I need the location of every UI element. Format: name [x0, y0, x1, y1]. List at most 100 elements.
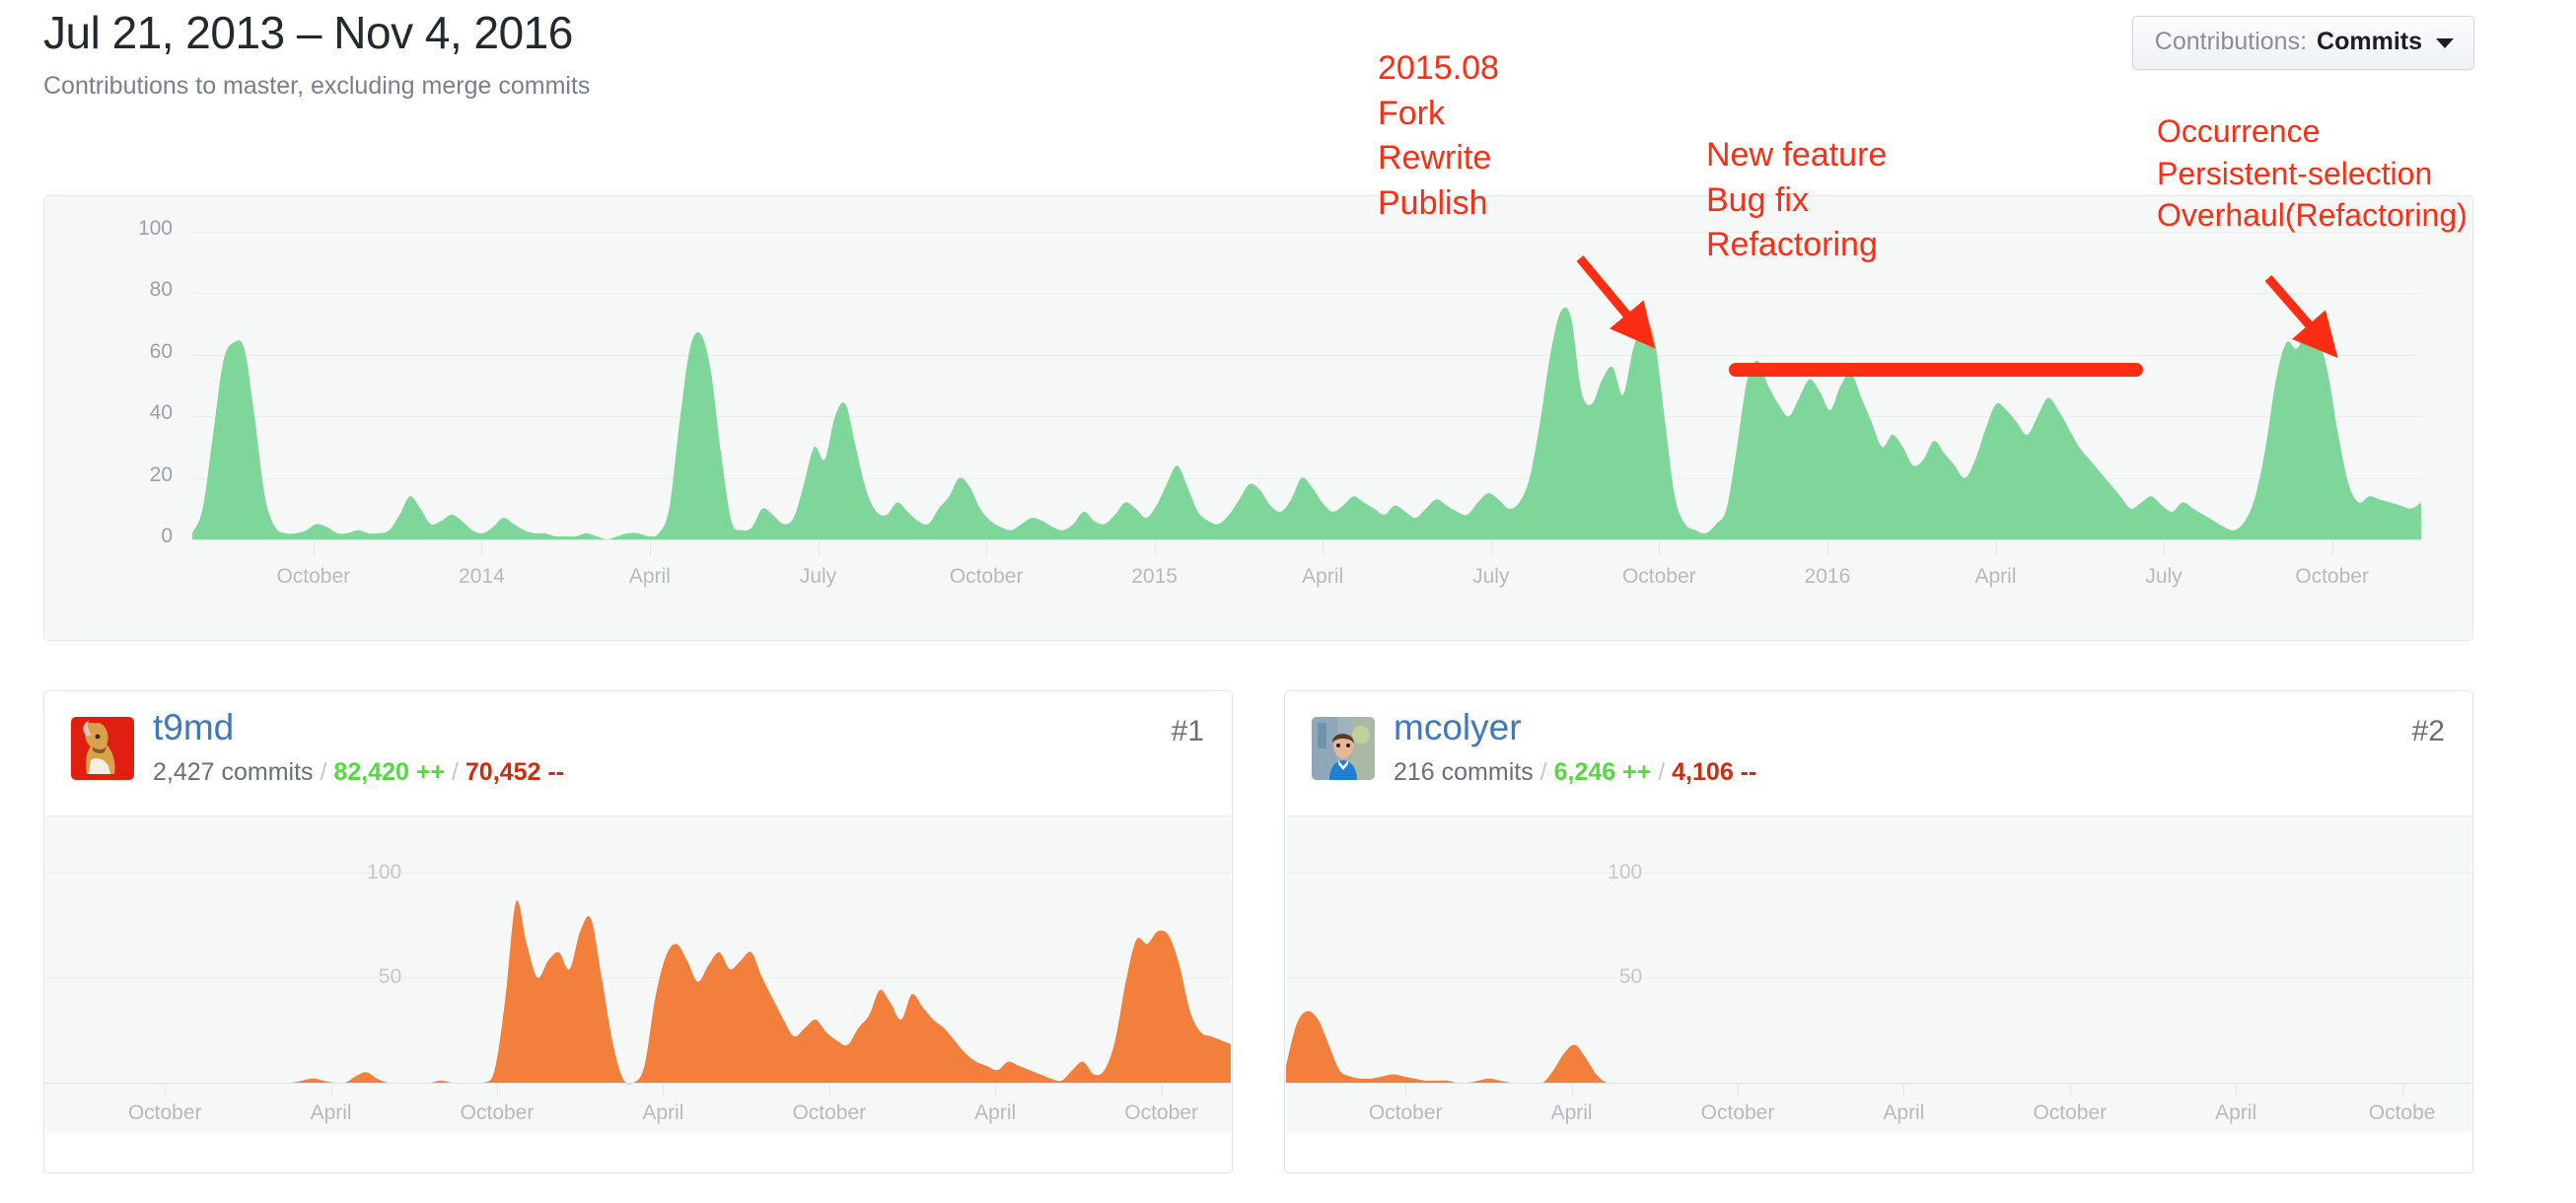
- contributor-sparkline: 50 100 October April October April October Apri…: [1286, 815, 2471, 1133]
- x-axis-label: 2016: [1804, 565, 1851, 588]
- x-axis-tick: [1738, 1083, 1739, 1097]
- x-axis-label: October: [1124, 1101, 1198, 1124]
- x-axis-tick: [497, 1083, 498, 1097]
- x-axis-label: October: [127, 1101, 202, 1124]
- x-axis-tick: [481, 539, 483, 555]
- x-axis-tick: [649, 539, 651, 555]
- annotation-line: Persistent-selection: [2157, 155, 2433, 191]
- x-axis-label: October: [2295, 565, 2369, 588]
- annotation-line: 2015.08: [1378, 49, 1499, 87]
- annotation-line: Refactoring: [1706, 226, 1878, 264]
- annotation-line: Fork: [1378, 94, 1445, 132]
- annotation-line: Bug fix: [1706, 180, 1809, 219]
- x-axis-label: July: [1472, 565, 1510, 588]
- x-axis-label: April: [1302, 565, 1344, 588]
- x-axis-tick: [2236, 1083, 2238, 1097]
- deletions-count: 4,106 --: [1672, 758, 1757, 786]
- refactoring-period-underline: [1729, 363, 2143, 377]
- x-axis-tick: [1323, 539, 1324, 555]
- arrow-down-right-icon: [1576, 255, 1656, 349]
- stat-separator: /: [1658, 758, 1666, 786]
- x-axis-tick: [2069, 1083, 2071, 1097]
- sparkline-series: [45, 900, 1231, 1085]
- contributor-card[interactable]: t9md 2,427 commits / 82,420 ++ / 70,452 …: [43, 690, 1233, 1173]
- annotation-mid-block: New feature Bug fix Refactoring: [1706, 133, 1887, 268]
- dropdown-label: Contributions:: [2154, 28, 2308, 55]
- x-axis-tick: [1571, 1083, 1573, 1097]
- x-axis-label: July: [2145, 565, 2182, 588]
- x-axis-tick: [1154, 539, 1156, 555]
- annotation-line: Occurrence: [2157, 113, 2321, 149]
- x-axis-tick: [995, 1083, 997, 1097]
- rank-badge: #2: [2411, 715, 2445, 747]
- contributor-sparkline: 50 100 October April October April October Apri…: [45, 815, 1231, 1133]
- avatar[interactable]: [1312, 717, 1375, 780]
- annotation-line: New feature: [1706, 136, 1888, 174]
- x-axis-label: April: [310, 1101, 352, 1124]
- x-axis-label: April: [2215, 1101, 2257, 1124]
- x-axis-tick: [330, 1083, 332, 1097]
- x-axis-tick: [1995, 539, 1997, 555]
- x-axis-tick: [165, 1083, 167, 1097]
- contributor-username[interactable]: t9md: [153, 707, 234, 748]
- dropdown-value: Commits: [2317, 28, 2422, 55]
- contributor-username[interactable]: mcolyer: [1394, 707, 1522, 748]
- x-axis-tick: [1659, 539, 1661, 555]
- page-title: Jul 21, 2013 – Nov 4, 2016: [43, 7, 573, 58]
- x-axis-label: April: [642, 1101, 684, 1124]
- contributor-header: mcolyer 216 commits / 6,246 ++ / 4,106 -…: [1285, 691, 2472, 815]
- x-axis-tick: [2401, 1083, 2403, 1097]
- sparkline-series: [1286, 1011, 2471, 1084]
- x-axis-line: [192, 539, 2421, 540]
- x-axis-tick: [2164, 539, 2165, 555]
- annotation-line: Overhaul(Refactoring): [2157, 197, 2468, 234]
- avatar[interactable]: [71, 717, 134, 780]
- x-axis-label: October: [1368, 1101, 1443, 1124]
- stat-separator: /: [320, 758, 327, 786]
- additions-count: 82,420 ++: [333, 758, 446, 786]
- stat-separator: /: [1539, 758, 1547, 786]
- page-subtitle: Contributions to master, excluding merge…: [43, 71, 591, 100]
- contributor-stats: 216 commits / 6,246 ++ / 4,106 --: [1394, 758, 1756, 787]
- x-axis-tick: [2331, 539, 2333, 555]
- contributions-type-dropdown[interactable]: Contributions: Commits: [2131, 16, 2474, 70]
- x-axis-label: April: [1550, 1101, 1593, 1124]
- x-axis-tick: [1490, 539, 1492, 555]
- x-axis-tick: [663, 1083, 665, 1097]
- main-contributions-chart[interactable]: 0 20 40 60 80 100 October 2014 April July October 2…: [43, 195, 2473, 641]
- x-axis-label: Octobe: [2368, 1101, 2436, 1124]
- additions-count: 6,246 ++: [1553, 758, 1652, 786]
- x-axis-label: October: [1621, 565, 1696, 588]
- x-axis-label: October: [2033, 1101, 2108, 1124]
- annotation-right-block: Occurrence Persistent-selection Overhaul…: [2157, 110, 2468, 237]
- x-axis-label: October: [792, 1101, 867, 1124]
- commits-count: 216 commits: [1394, 758, 1534, 786]
- chevron-down-icon: [2436, 38, 2454, 48]
- x-axis-label: October: [460, 1101, 535, 1124]
- annotation-line: Publish: [1378, 183, 1488, 222]
- x-axis-tick: [828, 1083, 830, 1097]
- x-axis-tick: [818, 539, 820, 555]
- x-axis-tick: [986, 539, 988, 555]
- x-axis-label: October: [949, 565, 1024, 588]
- stat-separator: /: [452, 758, 459, 786]
- contributor-stats: 2,427 commits / 82,420 ++ / 70,452 --: [153, 758, 564, 787]
- main-chart-area-series: [192, 307, 2421, 539]
- x-axis-label: April: [1974, 565, 2017, 588]
- x-axis-tick: [1405, 1083, 1407, 1097]
- contributor-card[interactable]: mcolyer 216 commits / 6,246 ++ / 4,106 -…: [1284, 690, 2473, 1173]
- annotation-line: Rewrite: [1378, 139, 1492, 177]
- x-axis-label: April: [974, 1101, 1017, 1124]
- x-axis-tick: [1903, 1083, 1905, 1097]
- x-axis-label: July: [799, 565, 837, 588]
- main-chart-plot: 0 20 40 60 80 100 October 2014 April July October 2…: [44, 196, 2472, 640]
- rank-badge: #1: [1171, 715, 1204, 747]
- x-axis-label: April: [628, 565, 671, 588]
- x-axis-line: [1286, 1083, 2471, 1084]
- x-axis-line: [45, 1083, 1231, 1084]
- x-axis-tick: [1161, 1083, 1163, 1097]
- x-axis-label: October: [276, 565, 351, 588]
- x-axis-label: April: [1883, 1101, 1925, 1124]
- x-axis-tick: [313, 539, 315, 555]
- contributors-page: Jul 21, 2013 – Nov 4, 2016 Contributions…: [0, 0, 2576, 1203]
